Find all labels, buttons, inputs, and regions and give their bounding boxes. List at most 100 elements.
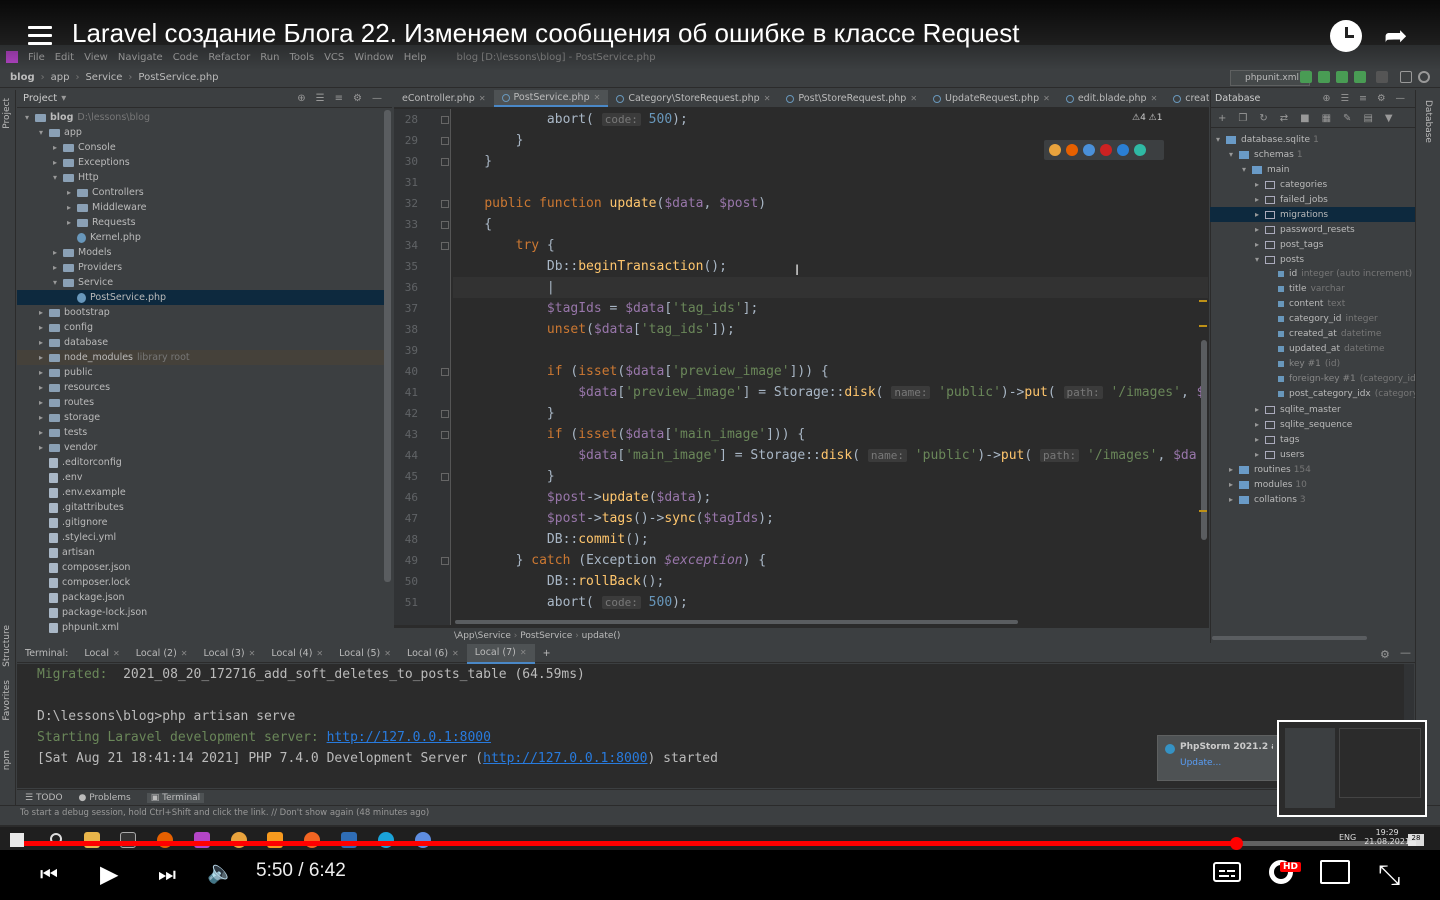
- chevron-right-icon[interactable]: ▸: [39, 380, 49, 395]
- tree-item[interactable]: ▾ app: [17, 125, 388, 140]
- code-breadcrumb-item[interactable]: PostService: [520, 631, 572, 641]
- tree-item[interactable]: ▸ database: [17, 335, 388, 350]
- layout-icon[interactable]: [1400, 71, 1412, 83]
- code-line[interactable]: abort( code: 500);: [453, 592, 688, 613]
- db-tree-item[interactable]: ▸ collations 3: [1210, 492, 1415, 507]
- windows-start-icon[interactable]: [10, 833, 24, 847]
- locate-icon[interactable]: ⊕: [297, 93, 305, 104]
- tree-item[interactable]: ▾ Http: [17, 170, 388, 185]
- structure-tool-tab[interactable]: Structure: [2, 625, 12, 667]
- chrome-icon[interactable]: [1049, 144, 1061, 156]
- code-line[interactable]: } catch (Exception $exception) {: [453, 550, 767, 571]
- tree-item[interactable]: .styleci.yml: [17, 530, 388, 545]
- db-tree-item[interactable]: ▸ migrations: [1210, 207, 1415, 222]
- close-icon[interactable]: ✕: [316, 649, 323, 658]
- close-icon[interactable]: ✕: [452, 649, 459, 658]
- share-icon[interactable]: ➦: [1384, 22, 1420, 50]
- chevron-right-icon[interactable]: ▸: [39, 425, 49, 440]
- fold-marker-icon[interactable]: [441, 116, 449, 124]
- chevron-right-icon[interactable]: ▸: [39, 410, 49, 425]
- next-icon[interactable]: ⏭: [158, 862, 176, 886]
- warning-marker[interactable]: [1199, 325, 1207, 327]
- code-line[interactable]: {: [453, 214, 492, 235]
- code-line[interactable]: unset($data['tag_ids']);: [453, 319, 735, 340]
- code-breadcrumb-item[interactable]: update(): [582, 631, 621, 641]
- fold-marker-icon[interactable]: [441, 221, 449, 229]
- warning-marker[interactable]: [1199, 510, 1207, 512]
- collapse-all-icon[interactable]: ≡: [1359, 93, 1367, 104]
- volume-icon[interactable]: 🔈: [207, 860, 234, 885]
- db-tree-item[interactable]: ▸ categories: [1210, 177, 1415, 192]
- database-panel-title[interactable]: Database: [1215, 93, 1260, 104]
- fold-marker-icon[interactable]: [441, 431, 449, 439]
- code-line[interactable]: $post->update($data);: [453, 487, 711, 508]
- fold-marker-icon[interactable]: [441, 410, 449, 418]
- chevron-right-icon[interactable]: ▸: [53, 260, 63, 275]
- terminal-tab[interactable]: Local ✕: [76, 645, 127, 663]
- breadcrumb-item[interactable]: PostService.php: [138, 72, 218, 83]
- terminal-tab[interactable]: Local (2) ✕: [128, 645, 196, 663]
- tree-item[interactable]: ▸ Controllers: [17, 185, 388, 200]
- npm-tool-tab[interactable]: npm: [2, 750, 12, 770]
- db-tree-item[interactable]: updated_at datetime: [1210, 342, 1415, 357]
- run-icon[interactable]: [1300, 71, 1312, 83]
- db-tree-item[interactable]: content text: [1210, 297, 1415, 312]
- firefox-icon[interactable]: [1066, 144, 1078, 156]
- chevron-right-icon[interactable]: ▸: [39, 365, 49, 380]
- editor-tab[interactable]: Post\StoreRequest.php ✕: [778, 90, 925, 107]
- tree-item[interactable]: ▸ vendor: [17, 440, 388, 455]
- chevron-right-icon[interactable]: ▸: [39, 305, 49, 320]
- code-line[interactable]: |: [453, 277, 1208, 298]
- tree-item[interactable]: ▸ storage: [17, 410, 388, 425]
- database-scrollbar[interactable]: [1212, 636, 1367, 640]
- editor-tab[interactable]: edit.blade.php ✕: [1058, 90, 1165, 107]
- expand-all-icon[interactable]: ☰: [1340, 93, 1349, 104]
- db-tree-item[interactable]: ▸ post_tags: [1210, 237, 1415, 252]
- code-line[interactable]: }: [453, 130, 524, 151]
- db-tree-item[interactable]: key #1 (id): [1210, 357, 1415, 372]
- chevron-right-icon[interactable]: ▸: [67, 185, 77, 200]
- tree-item[interactable]: artisan: [17, 545, 388, 560]
- chevron-right-icon[interactable]: ▸: [1229, 462, 1239, 477]
- tree-item[interactable]: ▸ public: [17, 365, 388, 380]
- db-tree-item[interactable]: ▾ main: [1210, 162, 1415, 177]
- profile-icon[interactable]: [1354, 71, 1366, 83]
- tree-item[interactable]: Kernel.php: [17, 230, 388, 245]
- chevron-down-icon[interactable]: ▾: [53, 170, 63, 185]
- chevron-down-icon[interactable]: ▾: [53, 275, 63, 290]
- code-line[interactable]: abort( code: 500);: [453, 109, 688, 130]
- play-icon[interactable]: ▶: [100, 860, 118, 888]
- chevron-down-icon[interactable]: ▾: [1216, 132, 1226, 147]
- editor-tab[interactable]: PostService.php ✕: [493, 90, 609, 107]
- terminal-tab[interactable]: Local (5) ✕: [331, 645, 399, 663]
- chevron-right-icon[interactable]: ▸: [39, 440, 49, 455]
- tree-item[interactable]: ▸ Requests: [17, 215, 388, 230]
- fold-marker-icon[interactable]: [441, 158, 449, 166]
- db-tree-item[interactable]: created_at datetime: [1210, 327, 1415, 342]
- locate-icon[interactable]: ⊕: [1323, 93, 1331, 104]
- chevron-right-icon[interactable]: ▸: [1255, 177, 1265, 192]
- tree-item[interactable]: package-lock.json: [17, 605, 388, 620]
- db-tree-item[interactable]: id integer (auto increment): [1210, 267, 1415, 282]
- exit-fullscreen-icon[interactable]: ⤡: [1378, 858, 1400, 892]
- code-line[interactable]: if (isset($data['main_image'])) {: [453, 424, 805, 445]
- chevron-right-icon[interactable]: ▸: [53, 155, 63, 170]
- previous-icon[interactable]: ⏮: [40, 862, 58, 886]
- close-icon[interactable]: ✕: [249, 649, 256, 658]
- chevron-right-icon[interactable]: ▸: [1229, 492, 1239, 507]
- db-tree-item[interactable]: ▸ tags: [1210, 432, 1415, 447]
- db-tree-item[interactable]: ▸ modules 10: [1210, 477, 1415, 492]
- tree-item[interactable]: ▸ node_modules library root: [17, 350, 388, 365]
- console-icon[interactable]: ▤: [1363, 113, 1372, 124]
- chevron-right-icon[interactable]: ▸: [1255, 447, 1265, 462]
- editor-horizontal-scrollbar[interactable]: [455, 620, 1018, 624]
- tree-item[interactable]: ▸ Models: [17, 245, 388, 260]
- close-icon[interactable]: ✕: [1043, 90, 1050, 107]
- db-tree-item[interactable]: ▸ users: [1210, 447, 1415, 462]
- terminal-tool-button[interactable]: ▣ Terminal: [146, 792, 205, 803]
- favorites-tool-tab[interactable]: Favorites: [2, 680, 12, 721]
- database-tool-tab[interactable]: Database: [1423, 100, 1433, 143]
- tree-item[interactable]: .gitignore: [17, 515, 388, 530]
- playlist-menu-icon[interactable]: [28, 26, 52, 46]
- code-line[interactable]: $tagIds = $data['tag_ids'];: [453, 298, 758, 319]
